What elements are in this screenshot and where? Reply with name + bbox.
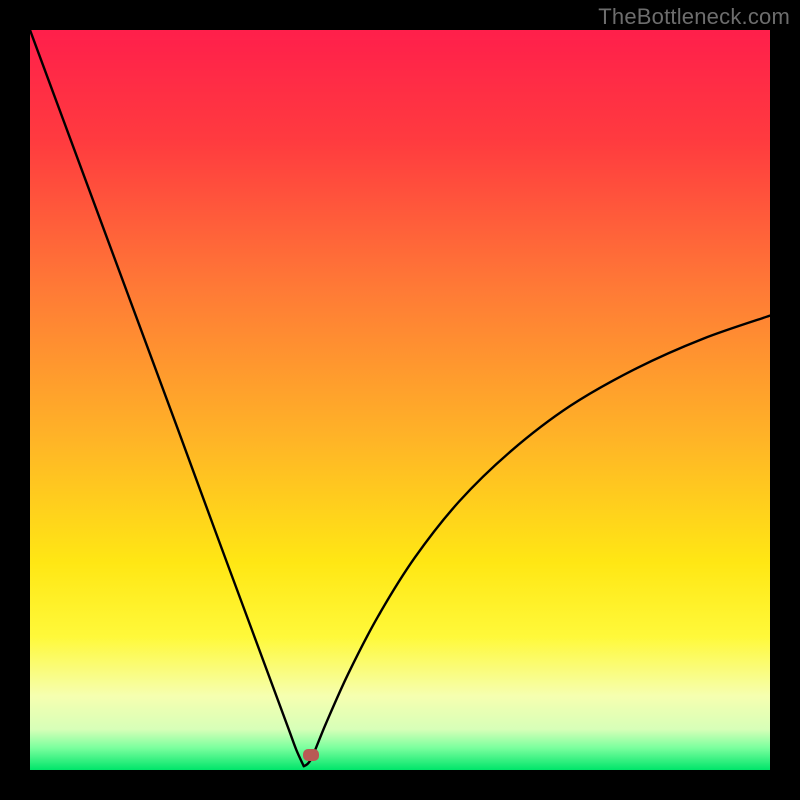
gradient-background: [30, 30, 770, 770]
chart-svg: [30, 30, 770, 770]
chart-frame: [30, 30, 770, 770]
optimal-marker: [303, 749, 319, 761]
watermark-text: TheBottleneck.com: [598, 4, 790, 30]
